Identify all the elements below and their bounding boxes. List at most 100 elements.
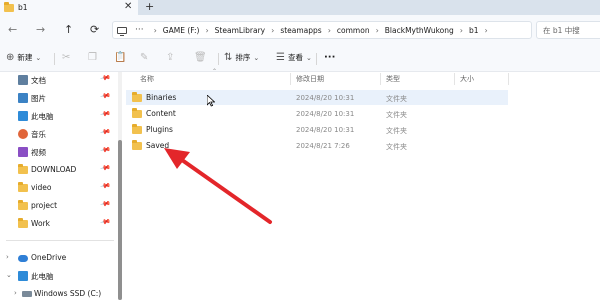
column-name[interactable]: 名称 xyxy=(140,74,154,84)
chevron-down-icon: ⌄ xyxy=(35,53,42,62)
column-type[interactable]: 类型 xyxy=(386,74,400,84)
music-icon xyxy=(18,129,28,139)
chevron-right-icon[interactable]: › xyxy=(14,289,17,297)
forward-icon[interactable]: → xyxy=(36,23,45,36)
pin-icon[interactable]: 📌 xyxy=(99,108,111,120)
folder-icon xyxy=(132,140,142,150)
video-icon xyxy=(18,147,28,157)
sidebar-item-work[interactable]: Work 📌 xyxy=(0,216,118,232)
pin-icon[interactable]: 📌 xyxy=(99,162,111,174)
view-label: 查看 xyxy=(287,53,303,62)
sidebar-item-label: DOWNLOAD xyxy=(31,165,77,174)
divider xyxy=(54,53,55,65)
sidebar-item-videos[interactable]: 视频 📌 xyxy=(0,144,118,160)
divider xyxy=(6,240,114,241)
file-row-saved[interactable]: Saved 2024/8/21 7:26 文件夹 xyxy=(126,138,508,153)
back-icon[interactable]: ← xyxy=(8,23,17,36)
more-options-button[interactable]: ··· xyxy=(324,52,335,63)
sidebar-item-drive-c[interactable]: › Windows SSD (C:) xyxy=(0,286,118,300)
onedrive-icon xyxy=(18,255,28,262)
sidebar-item-thispc-tree[interactable]: ⌄ 此电脑 xyxy=(0,268,118,284)
close-icon[interactable]: ✕ xyxy=(124,1,132,12)
sidebar-item-label: 文档 xyxy=(31,76,46,85)
pin-icon[interactable]: 📌 xyxy=(99,144,111,156)
cut-button[interactable]: ✂ xyxy=(62,52,73,63)
rename-button[interactable]: ✎ xyxy=(140,52,151,63)
sidebar-item-pictures[interactable]: 图片 📌 xyxy=(0,90,118,106)
file-name: Saved xyxy=(146,141,170,150)
column-divider[interactable] xyxy=(380,73,381,85)
tab-b1[interactable]: b1 ✕ xyxy=(0,0,138,15)
sidebar-item-label: Work xyxy=(31,219,50,228)
column-header: ⌃ 名称 修改日期 类型 大小 xyxy=(126,68,600,86)
chevron-right-icon: › xyxy=(327,25,331,35)
sidebar-item-label: 音乐 xyxy=(31,130,46,139)
sidebar-item-video[interactable]: video 📌 xyxy=(0,180,118,196)
column-modified[interactable]: 修改日期 xyxy=(296,74,324,84)
breadcrumb-b1[interactable]: b1 xyxy=(469,26,479,35)
column-divider[interactable] xyxy=(508,73,509,85)
sidebar-item-documents[interactable]: 文档 📌 xyxy=(0,72,118,88)
pin-icon[interactable]: 📌 xyxy=(99,216,111,228)
new-button[interactable]: ⊕ 新建 ⌄ xyxy=(6,52,44,63)
chevron-right-icon: › xyxy=(484,25,488,35)
file-type: 文件夹 xyxy=(386,143,407,151)
chevron-right-icon: › xyxy=(205,25,209,35)
pin-icon[interactable]: 📌 xyxy=(99,72,111,84)
sidebar-item-project[interactable]: project 📌 xyxy=(0,198,118,214)
address-bar[interactable]: ··· › GAME (F:) › SteamLibrary › steamap… xyxy=(112,21,532,39)
view-icon: ☰ xyxy=(276,52,285,63)
file-list: ⌃ 名称 修改日期 类型 大小 Binaries 2024/8/20 10:31… xyxy=(126,68,600,300)
divider xyxy=(316,53,317,65)
breadcrumb-blackmythwukong[interactable]: BlackMythWukong xyxy=(385,26,454,35)
column-divider[interactable] xyxy=(454,73,455,85)
breadcrumb-steamlibrary[interactable]: SteamLibrary xyxy=(215,26,265,35)
folder-icon xyxy=(18,218,28,230)
pin-icon[interactable]: 📌 xyxy=(99,198,111,210)
pin-icon[interactable]: 📌 xyxy=(99,180,111,192)
file-row-content[interactable]: Content 2024/8/20 10:31 文件夹 xyxy=(126,106,508,121)
folder-icon xyxy=(18,164,28,176)
file-row-binaries[interactable]: Binaries 2024/8/20 10:31 文件夹 xyxy=(126,90,508,105)
up-icon[interactable]: ↑ xyxy=(64,23,73,36)
mouse-cursor-icon xyxy=(207,95,215,107)
breadcrumb-common[interactable]: common xyxy=(337,26,370,35)
pictures-icon xyxy=(18,93,28,103)
sidebar-item-onedrive[interactable]: › OneDrive xyxy=(0,250,118,266)
new-tab-button[interactable]: + xyxy=(145,0,154,13)
breadcrumb-game-drive[interactable]: GAME (F:) xyxy=(163,26,200,35)
sidebar-item-label: project xyxy=(31,201,58,210)
document-icon xyxy=(18,75,28,85)
breadcrumb-overflow[interactable]: ··· xyxy=(135,25,144,35)
refresh-icon[interactable]: ⟳ xyxy=(90,23,99,36)
search-input[interactable]: 在 b1 中搜 xyxy=(536,21,600,39)
share-button[interactable]: ⇪ xyxy=(166,52,177,63)
sort-button[interactable]: ⇅ 排序 ⌄ xyxy=(224,52,262,63)
file-type: 文件夹 xyxy=(386,127,407,135)
column-divider[interactable] xyxy=(290,73,291,85)
copy-button[interactable]: ❐ xyxy=(88,52,100,63)
sidebar-item-label: Windows SSD (C:) xyxy=(34,289,102,298)
sort-label: 排序 xyxy=(235,53,251,62)
file-type: 文件夹 xyxy=(386,95,407,103)
delete-button[interactable]: 🗑 xyxy=(194,52,210,63)
chevron-right-icon[interactable]: › xyxy=(6,253,9,261)
paste-button[interactable]: 📋 xyxy=(114,52,129,63)
divider xyxy=(218,53,219,65)
sidebar-scrollbar-thumb[interactable] xyxy=(118,140,122,300)
command-bar: ⊕ 新建 ⌄ ✂ ❐ 📋 ✎ ⇪ 🗑 ⇅ 排序 ⌄ ☰ 查看 ⌄ ··· xyxy=(0,45,600,72)
column-size[interactable]: 大小 xyxy=(460,74,474,84)
breadcrumb-steamapps[interactable]: steamapps xyxy=(280,26,321,35)
sidebar-item-this-pc[interactable]: 此电脑 📌 xyxy=(0,108,118,124)
pin-icon[interactable]: 📌 xyxy=(99,126,111,138)
file-name: Binaries xyxy=(146,93,177,102)
chevron-right-icon: › xyxy=(271,25,275,35)
sidebar-item-label: 视频 xyxy=(31,148,46,157)
file-row-plugins[interactable]: Plugins 2024/8/20 10:31 文件夹 xyxy=(126,122,508,137)
plus-circle-icon: ⊕ xyxy=(6,52,15,63)
view-button[interactable]: ☰ 查看 ⌄ xyxy=(276,52,315,63)
sidebar-item-download[interactable]: DOWNLOAD 📌 xyxy=(0,162,118,178)
pin-icon[interactable]: 📌 xyxy=(99,90,111,102)
sidebar-item-music[interactable]: 音乐 📌 xyxy=(0,126,118,142)
chevron-down-icon[interactable]: ⌄ xyxy=(6,271,12,279)
